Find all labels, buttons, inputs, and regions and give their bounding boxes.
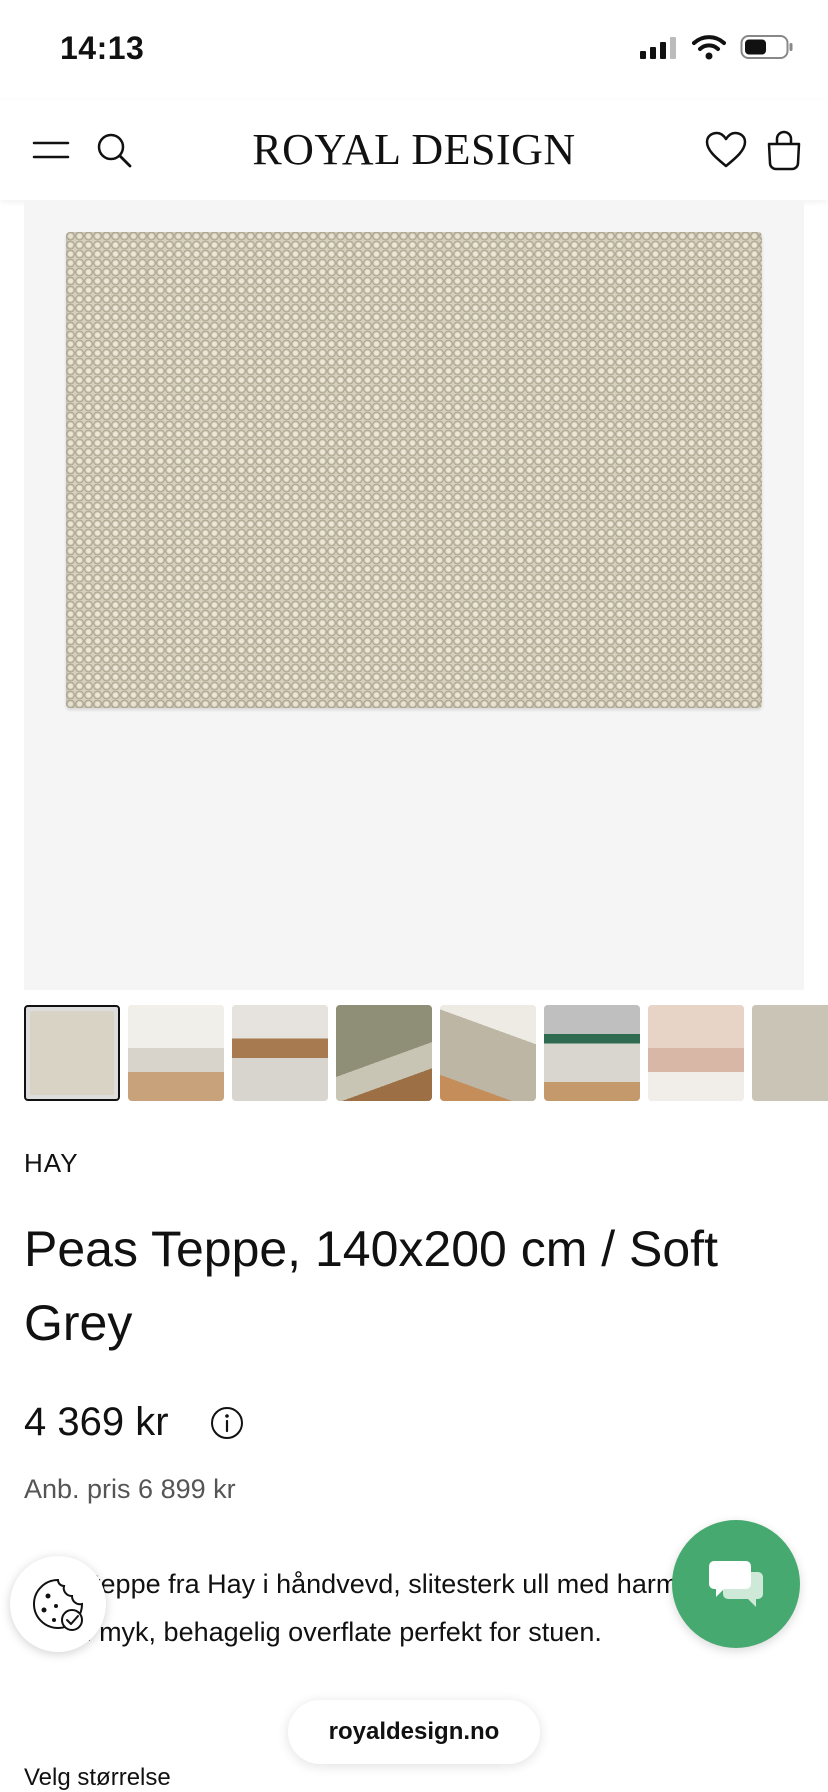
thumbnail-5[interactable] [440,1005,536,1101]
cookie-settings-button[interactable] [10,1556,106,1652]
product-brand[interactable]: HAY [24,1148,79,1179]
thumbnail-image [232,1005,328,1101]
status-bar: 14:13 [0,0,828,100]
wifi-icon [692,35,726,60]
thumbnail-image [336,1005,432,1101]
thumbnail-1[interactable] [24,1005,120,1101]
cellular-signal-icon [640,37,676,59]
cookie-icon [33,1578,84,1631]
thumbnail-image [544,1005,640,1101]
size-select-label[interactable]: Velg størrelse [24,1764,171,1792]
thumbnail-3[interactable] [232,1005,328,1101]
thumbnail-image [440,1005,536,1101]
thumbnail-image [30,1011,114,1095]
cart-button[interactable] [762,128,806,172]
status-icons [638,34,794,60]
thumbnail-image [752,1005,828,1101]
shopping-bag-icon [767,130,801,171]
heart-icon [705,131,747,168]
thumbnail-2[interactable] [128,1005,224,1101]
chat-button[interactable] [672,1520,800,1648]
battery-icon [740,35,793,59]
product-image-rug [66,232,762,708]
product-title: Peas Teppe, 140x200 cm / Soft Grey [24,1221,718,1351]
thumbnail-strip[interactable] [24,1005,828,1101]
thumbnail-4[interactable] [336,1005,432,1101]
recommended-price: Anb. pris 6 899 kr [24,1474,236,1504]
product-image-gallery[interactable] [24,200,804,990]
site-header: ROYAL DESIGN [0,100,828,200]
product-price: 4 369 kr [24,1400,169,1444]
status-time: 14:13 [60,30,145,66]
thumbnail-8[interactable] [752,1005,828,1101]
thumbnail-image [648,1005,744,1101]
info-icon[interactable] [210,1406,244,1440]
thumbnail-7[interactable] [648,1005,744,1101]
thumbnail-6[interactable] [544,1005,640,1101]
chat-bubbles-icon [709,1561,763,1607]
browser-url-bar[interactable]: royaldesign.no [288,1700,540,1764]
wishlist-button[interactable] [704,128,748,172]
thumbnail-image [128,1005,224,1101]
